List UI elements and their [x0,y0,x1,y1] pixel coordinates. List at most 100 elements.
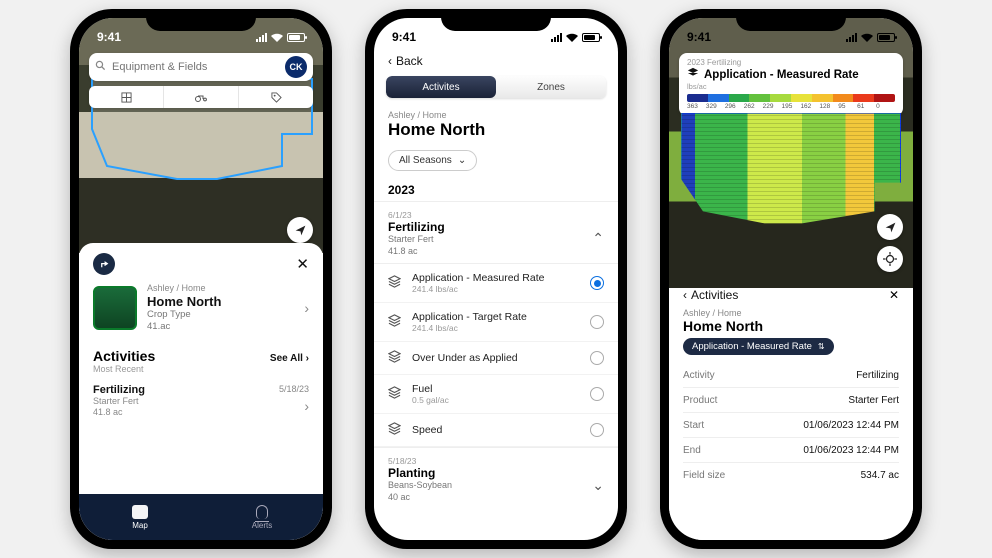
user-avatar[interactable]: CK [285,56,307,78]
wifi-icon [566,33,578,42]
location-arrow-icon [884,221,897,234]
navigate-button[interactable] [93,253,115,275]
most-recent-label: Most Recent [93,364,309,374]
activity-sub: Starter Fert [93,396,145,408]
field-name: Home North [683,318,899,334]
layer-row[interactable]: Fuel0.5 gal/ac [374,375,618,414]
layers-icon [388,350,402,366]
bottom-tab-bar: Map Alerts [79,494,323,540]
battery-icon [582,33,600,42]
clock: 9:41 [392,30,416,44]
layer-row[interactable]: Over Under as Applied [374,342,618,375]
back-activities[interactable]: ‹Activities [683,288,738,302]
clock: 9:41 [687,30,711,44]
layers-icon [388,314,402,330]
wifi-icon [861,33,873,42]
layer-chip[interactable]: Application - Measured Rate⇅ [683,338,834,355]
layer-value: 241.4 lbs/ac [412,284,545,294]
screen-middle: 9:41 ‹Back Activites Zones Ashley / Home… [374,18,618,540]
radio-unselected[interactable] [590,387,604,401]
phone-left: 9:41 CK [70,9,332,549]
field-area: 41.ac [147,321,221,333]
year-header: 2023 [374,179,618,202]
seg-tag-icon[interactable] [239,86,313,108]
tab-map[interactable]: Map [79,494,201,540]
group-name: Fertilizing [388,220,445,234]
detail-row: Field size534.7 ac [683,462,899,487]
radio-unselected[interactable] [590,315,604,329]
compass-button[interactable] [287,217,313,243]
back-button[interactable]: ‹Back [388,54,604,68]
group-sub: Starter Fert [388,234,445,246]
map-icon [132,505,148,519]
season-filter[interactable]: All Seasons⌄ [388,150,477,171]
map-view[interactable]: CK [79,18,323,253]
map-mode-segment[interactable] [89,86,313,108]
seg-activities[interactable]: Activites [386,76,496,98]
seg-tractor-icon[interactable] [164,86,239,108]
signal-icon [846,33,857,42]
detail-row: End01/06/2023 12:44 PM [683,437,899,462]
heatmap-view[interactable]: 2023 Fertilizing Application - Measured … [669,18,913,288]
activity-group-fertilizing[interactable]: 6/1/23 Fertilizing Starter Fert 41.8 ac … [374,202,618,264]
notch [441,9,551,31]
compass-button[interactable] [877,214,903,240]
group-date: 5/18/23 [388,456,604,466]
tab-alerts[interactable]: Alerts [201,494,323,540]
chevron-left-icon: ‹ [683,288,687,302]
activity-group-planting[interactable]: 5/18/23 Planting Beans-Soybean 40 ac ⌄ [374,447,618,509]
layer-name: Application - Measured Rate [412,272,545,284]
layer-row[interactable]: Speed [374,414,618,447]
legend-season: 2023 Fertilizing [687,58,895,67]
see-all-link[interactable]: See All › [270,353,309,364]
clock: 9:41 [97,30,121,44]
legend-values: 36332929626222919516212895610 [687,103,895,110]
activity-area: 41.8 ac [93,407,145,419]
phone-right: 9:41 2023 Fertilizing Application - Meas… [660,9,922,549]
legend-unit: lbs/ac [687,82,895,91]
radio-selected[interactable] [590,276,604,290]
activities-zones-segment[interactable]: Activites Zones [386,76,606,98]
locate-button[interactable] [877,246,903,272]
search-input[interactable] [112,61,279,73]
wifi-icon [271,33,283,42]
seg-grid-icon[interactable] [89,86,164,108]
notch [146,9,256,31]
detail-row: Start01/06/2023 12:44 PM [683,412,899,437]
layer-name: Speed [412,424,442,436]
notch [736,9,846,31]
field-thumbnail [93,286,137,330]
field-summary-row[interactable]: Ashley / Home Home North Crop Type 41.ac… [93,283,309,334]
location-arrow-icon [294,224,307,237]
breadcrumb: Ashley / Home [683,308,899,318]
group-date: 6/1/23 [388,210,604,220]
screen-right: 9:41 2023 Fertilizing Application - Meas… [669,18,913,540]
legend-title: Application - Measured Rate [704,69,859,81]
radio-unselected[interactable] [590,423,604,437]
activity-item[interactable]: Fertilizing Starter Fert 41.8 ac 5/18/23… [93,384,309,419]
status-icons [551,33,600,42]
chevron-up-icon[interactable]: ⌃ [592,230,604,247]
activity-title: Fertilizing [93,384,145,396]
legend-card: 2023 Fertilizing Application - Measured … [679,53,903,116]
group-area: 40 ac [388,492,452,504]
detail-row: ActivityFertilizing [683,363,899,387]
radio-unselected[interactable] [590,351,604,365]
screen-left: 9:41 CK [79,18,323,540]
search-bar[interactable]: CK [89,53,313,81]
seg-zones[interactable]: Zones [496,76,606,98]
layer-row[interactable]: Application - Measured Rate241.4 lbs/ac [374,264,618,303]
chevron-down-icon[interactable]: ⌄ [592,477,604,494]
layer-name: Application - Target Rate [412,311,527,323]
close-button[interactable]: ✕ [296,255,309,273]
layers-icon [388,275,402,291]
layers-icon [388,422,402,438]
legend-colorbar [687,94,895,102]
chevron-left-icon: ‹ [388,54,392,68]
chevron-right-icon: › [304,398,309,414]
detail-rows: ActivityFertilizingProductStarter FertSt… [683,363,899,487]
layer-row[interactable]: Application - Target Rate241.4 lbs/ac [374,303,618,342]
crosshair-icon [883,252,897,266]
turn-arrow-icon [99,259,110,270]
close-button[interactable]: ✕ [889,288,899,302]
